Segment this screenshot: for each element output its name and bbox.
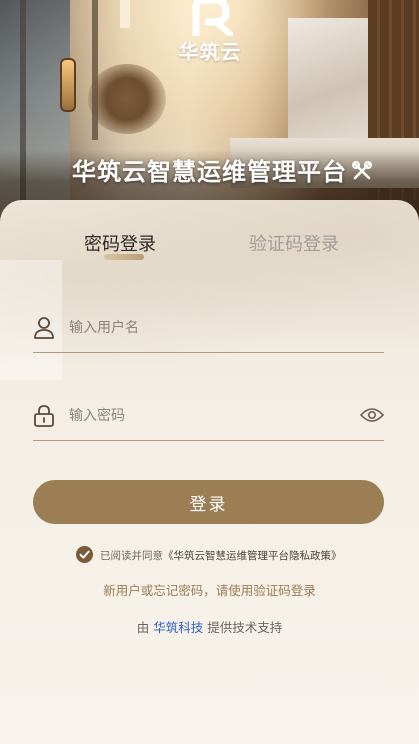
password-field [33,400,384,441]
decor-tree [88,64,166,134]
tab-password-login[interactable]: 密码登录 [84,230,156,256]
marble-wall [288,18,368,140]
username-field [33,312,384,353]
support-prefix: 由 [136,620,150,635]
wall-lamp [60,58,76,112]
tech-support: 由 华筑科技 提供技术支持 [0,617,419,636]
app-logo: 华筑云 [150,0,270,64]
brand-name: 华筑云 [178,40,242,64]
support-company-link[interactable]: 华筑科技 [153,620,203,635]
agreement-text: 已阅读并同意《华筑云智慧运维管理平台隐私政策》 [100,548,342,563]
agreement-prefix: 已阅读并同意 [100,550,163,562]
check-icon [79,550,90,559]
card-backdrop [0,200,419,390]
agreement-checkbox[interactable] [76,546,93,563]
username-input[interactable] [67,314,351,342]
logo-mark-icon [192,0,233,36]
lock-icon [34,405,54,427]
privacy-policy-link[interactable]: 《华筑云智慧运维管理平台隐私政策》 [163,550,342,562]
tab-code-login[interactable]: 验证码登录 [249,230,339,256]
login-button[interactable]: 登录 [33,480,384,524]
login-hint: 新用户或忘记密码，请使用验证码登录 [103,583,316,598]
login-card [0,200,419,744]
tools-icon[interactable] [351,160,373,182]
user-icon [34,317,54,339]
password-input[interactable] [67,402,351,430]
eye-icon[interactable] [360,406,384,424]
ceiling-light [120,0,130,28]
active-tab-indicator [104,254,144,260]
support-suffix: 提供技术支持 [207,620,283,635]
